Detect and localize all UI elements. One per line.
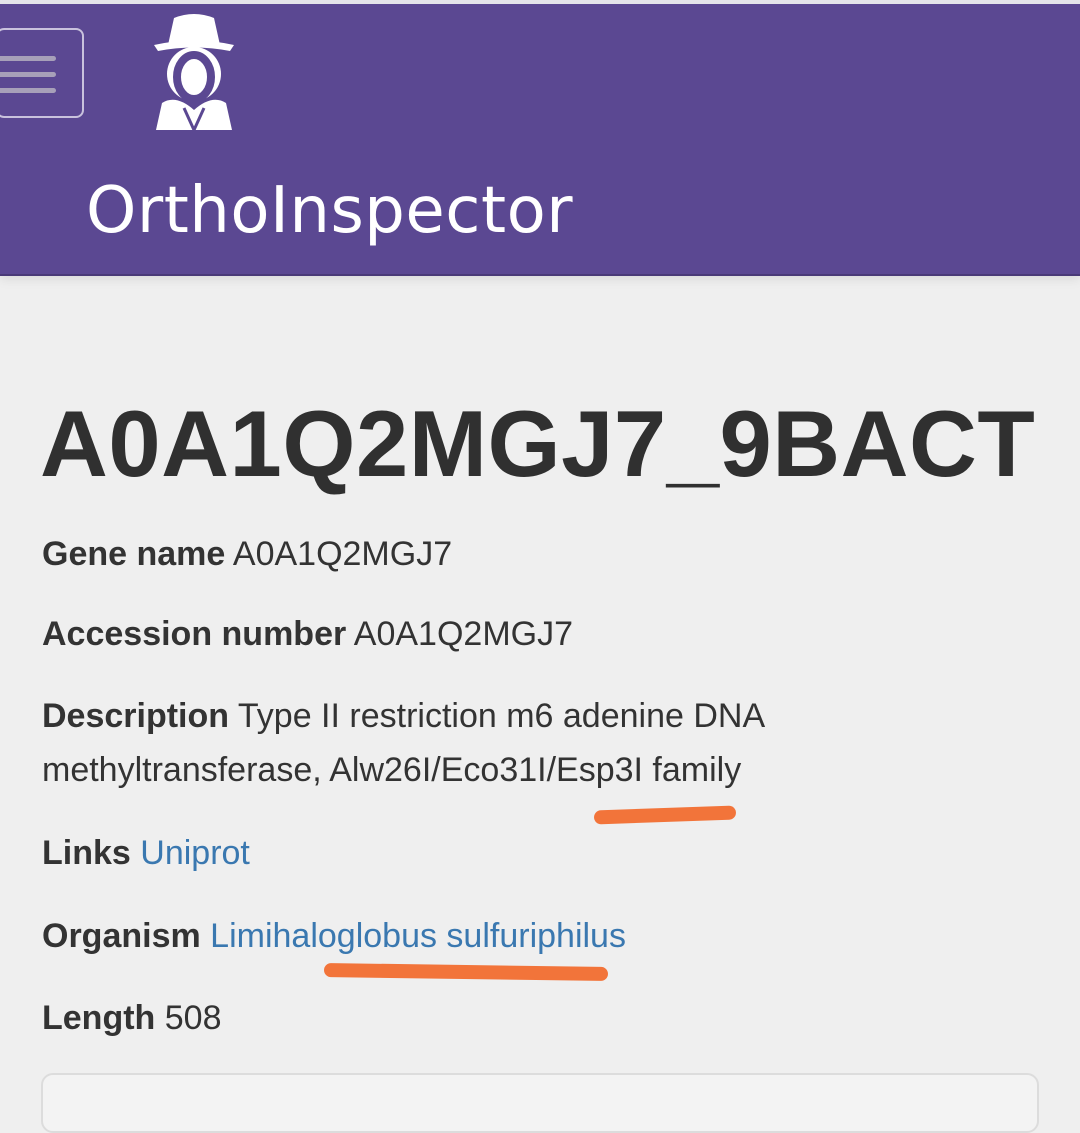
- gene-name-label: Gene name: [42, 535, 226, 573]
- detective-logo-icon[interactable]: [144, 8, 244, 134]
- top-navbar: OrthoInspector: [0, 0, 1080, 276]
- uniprot-link[interactable]: Uniprot: [140, 834, 250, 872]
- brand-title[interactable]: OrthoInspector: [86, 173, 573, 249]
- length-label: Length: [42, 999, 156, 1037]
- gene-name-row: Gene name A0A1Q2MGJ7: [42, 527, 1032, 581]
- description-line-1: Type II restriction m6 adenine DNA: [237, 697, 766, 735]
- organism-link[interactable]: Limihaloglobus sulfuriphilus: [210, 917, 626, 955]
- details-panel: [41, 1073, 1039, 1133]
- protein-details: A0A1Q2MGJ7_9BACT Gene name A0A1Q2MGJ7 Ac…: [0, 276, 1080, 1133]
- organism-row: Organism Limihaloglobus sulfuriphilus: [42, 909, 1032, 963]
- length-row: Length 508: [42, 991, 1032, 1045]
- links-row: Links Uniprot: [42, 826, 1032, 880]
- accession-label: Accession number: [42, 615, 347, 653]
- links-label: Links: [42, 834, 131, 872]
- page-title: A0A1Q2MGJ7_9BACT: [40, 391, 1036, 496]
- description-row: Description Type II restriction m6 adeni…: [42, 689, 1032, 797]
- gene-name-value: A0A1Q2MGJ7: [232, 535, 453, 573]
- description-line-2: methyltransferase, Alw26I/Eco31I/Esp3I f…: [42, 751, 742, 789]
- menu-button[interactable]: [0, 28, 84, 118]
- description-label: Description: [42, 697, 230, 735]
- length-value: 508: [164, 999, 222, 1037]
- orange-underline-description: [593, 805, 737, 825]
- accession-value: A0A1Q2MGJ7: [353, 615, 574, 653]
- accession-row: Accession number A0A1Q2MGJ7: [42, 607, 1032, 661]
- organism-label: Organism: [42, 917, 201, 955]
- orange-underline-organism: [323, 963, 609, 981]
